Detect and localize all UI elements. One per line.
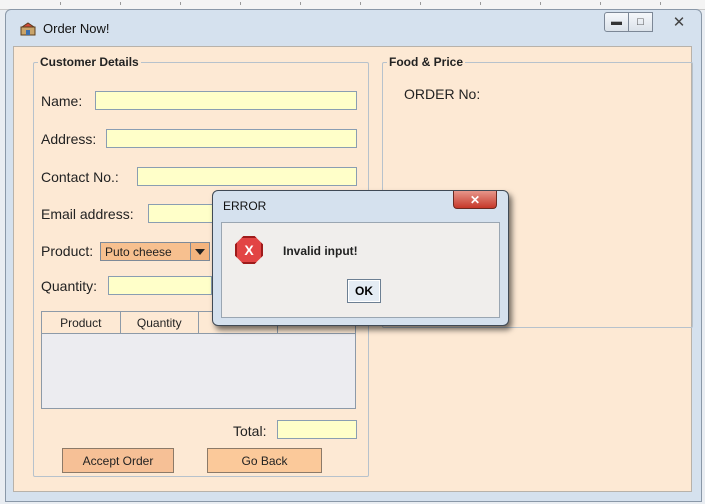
close-icon: ✕ — [672, 14, 686, 31]
contact-label: Contact No.: — [41, 169, 119, 185]
minimize-button[interactable]: ▬ — [604, 12, 629, 32]
minimize-icon: ▬ — [611, 16, 622, 28]
product-selected: Puto cheese — [105, 245, 172, 259]
ok-button[interactable]: OK — [347, 279, 381, 303]
error-icon: X — [235, 236, 263, 264]
order-number-label: ORDER No: — [404, 86, 481, 102]
chevron-down-icon[interactable] — [190, 243, 209, 260]
email-label: Email address: — [41, 206, 134, 222]
app-icon — [20, 22, 36, 36]
close-icon: ✕ — [469, 192, 481, 207]
total-field[interactable] — [277, 420, 357, 439]
address-field[interactable] — [106, 129, 357, 148]
error-dialog: ERROR ✕ X Invalid input! OK — [212, 190, 509, 326]
dialog-body: X Invalid input! OK — [221, 222, 500, 318]
dialog-close-button[interactable]: ✕ — [453, 191, 497, 209]
close-button[interactable]: ✕ — [660, 12, 698, 32]
quantity-label: Quantity: — [41, 278, 98, 294]
window-title: Order Now! — [43, 21, 110, 36]
address-label: Address: — [41, 131, 97, 147]
product-dropdown[interactable]: Puto cheese — [100, 242, 210, 261]
error-message: Invalid input! — [283, 244, 358, 258]
accept-order-button[interactable]: Accept Order — [62, 448, 174, 473]
name-label: Name: — [41, 93, 83, 109]
go-back-button[interactable]: Go Back — [207, 448, 322, 473]
column-product[interactable]: Product — [42, 312, 121, 333]
dialog-title: ERROR — [223, 199, 267, 213]
product-label: Product: — [41, 243, 94, 259]
name-field[interactable] — [95, 91, 357, 110]
food-price-legend: Food & Price — [389, 55, 464, 69]
total-label: Total: — [233, 423, 267, 439]
title-bar[interactable]: Order Now! ▬ □ ✕ — [6, 10, 701, 46]
maximize-button[interactable]: □ — [628, 12, 653, 32]
quantity-field[interactable] — [108, 276, 212, 295]
column-quantity[interactable]: Quantity — [121, 312, 199, 333]
contact-field[interactable] — [137, 167, 357, 186]
maximize-icon: □ — [637, 16, 644, 28]
customer-details-legend: Customer Details — [40, 55, 139, 69]
